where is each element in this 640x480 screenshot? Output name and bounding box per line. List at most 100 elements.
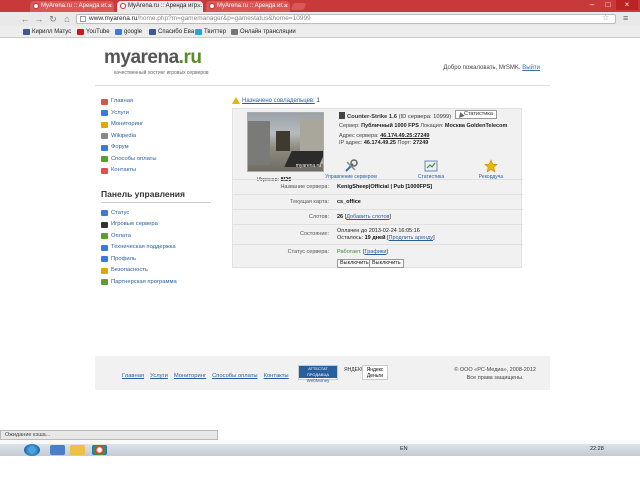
tools-icon xyxy=(345,159,358,172)
statistics-action[interactable]: Статистика xyxy=(401,159,461,180)
tab-3[interactable]: MyArena.ru :: Аренда иг... × xyxy=(206,1,290,12)
server-status-panel: Назначено совладельцев: 1 myarena.ru Игр… xyxy=(232,96,523,268)
sidebar-item-contacts[interactable]: Контакты xyxy=(100,165,215,177)
footer-link-monitoring[interactable]: Мониторинг xyxy=(174,373,206,379)
panel-item-billing[interactable]: Оплата xyxy=(100,231,215,243)
minimize-button[interactable]: – xyxy=(584,0,600,10)
tab-label: MyArena.ru :: Аренда игр... xyxy=(128,3,203,9)
info-icon xyxy=(101,210,108,216)
bookmark-item[interactable]: google xyxy=(114,26,142,38)
panel-item-profile[interactable]: Профиль xyxy=(100,254,215,266)
tab-2[interactable]: MyArena.ru :: Аренда игр... × xyxy=(117,1,203,12)
yandex-money-badge[interactable]: Яндекс Деньги xyxy=(362,365,388,380)
star-icon xyxy=(101,121,108,128)
back-button[interactable]: ← xyxy=(20,14,30,24)
forum-icon xyxy=(101,144,108,151)
slots-row: Слотов: 26 [Добавить слотов] xyxy=(233,209,523,224)
reload-button[interactable]: ↻ xyxy=(48,14,58,24)
twitter-icon xyxy=(195,29,202,35)
bookmark-item[interactable]: Онлайн трансляции xyxy=(230,26,296,38)
user-icon xyxy=(101,256,108,262)
watermark: myarena.ru xyxy=(295,163,321,169)
restart-button[interactable]: Выключить xyxy=(369,259,404,268)
site-footer: Главная Услуги Мониторинг Способы оплаты Кон… xyxy=(95,356,550,390)
footer-link-services[interactable]: Услуги xyxy=(150,373,168,379)
payment-icon xyxy=(101,156,108,162)
graphs-link[interactable]: Графики xyxy=(365,249,387,255)
site-logo[interactable]: myarena.ru xyxy=(104,47,202,69)
panel-item-support[interactable]: Техническая поддержка xyxy=(100,242,215,254)
chrome-icon[interactable] xyxy=(92,445,107,455)
site-header: myarena.ru качественный хостинг игровых … xyxy=(95,46,550,86)
maximize-button[interactable]: □ xyxy=(600,0,616,10)
url-path: /home.php?m=gamemanager&p=gamestatus&hom… xyxy=(137,15,311,22)
sidebar-item-services[interactable]: Услуги xyxy=(100,108,215,120)
tab-1[interactable]: MyArena.ru :: Аренда иг... × xyxy=(30,1,114,12)
bookmark-item[interactable]: Твиттер xyxy=(194,26,226,38)
panel-item-game-servers[interactable]: Игровые сервера xyxy=(100,219,215,231)
server-name-row: Название сервера: KenigSheep|Official | P… xyxy=(233,179,523,194)
welcome-text: Добро пожаловать, MrSMK. Выйти xyxy=(443,65,540,71)
facebook-icon xyxy=(23,29,30,35)
close-tab-icon[interactable]: × xyxy=(108,1,112,12)
clock[interactable]: 22:28 xyxy=(590,446,604,452)
folder-icon[interactable] xyxy=(70,445,85,455)
footer-link-contacts[interactable]: Контакты xyxy=(264,373,289,379)
stats-icon xyxy=(424,160,438,172)
facebook-icon xyxy=(149,29,156,35)
sidebar-item-home[interactable]: Главная xyxy=(100,96,215,108)
close-tab-icon[interactable]: × xyxy=(284,1,288,12)
start-button[interactable] xyxy=(24,444,40,456)
page-icon xyxy=(80,16,86,22)
favicon-icon xyxy=(209,3,215,9)
google-icon xyxy=(115,29,122,35)
panel-item-partner-program[interactable]: Партнерская программа xyxy=(100,277,215,289)
language-indicator[interactable]: EN xyxy=(400,446,408,452)
services-icon xyxy=(101,110,108,116)
sidebar: Главная Услуги Мониторинг Wikipedia Фору… xyxy=(100,96,215,288)
manage-server-action[interactable]: Управление сервером xyxy=(321,159,381,180)
game-icon xyxy=(339,112,345,119)
sidebar-item-monitoring[interactable]: Мониторинг xyxy=(100,119,215,131)
wiki-icon xyxy=(101,133,108,139)
rating-action[interactable]: Рекордуча xyxy=(461,159,521,180)
statistics-button[interactable]: Статистика xyxy=(455,110,497,119)
footer-link-home[interactable]: Главная xyxy=(122,373,144,379)
site-tagline: качественный хостинг игровых серверов xyxy=(114,70,209,76)
game-title-line: Counter-Strike 1.6 (ID сервера: 10999) xyxy=(339,112,451,120)
menu-icon[interactable]: ≡ xyxy=(623,13,628,23)
turn-off-button[interactable]: Выключить xyxy=(337,259,372,268)
browser-toolbar: ← → ↻ ⌂ www.myarena.ru/home.php?m=gamema… xyxy=(0,12,640,26)
panel-item-status[interactable]: Статус xyxy=(100,208,215,220)
explorer-icon[interactable] xyxy=(50,445,65,455)
webmoney-badge[interactable]: АТТЕСТАТ ПРОДАВЦА WebMoney xyxy=(298,365,338,383)
logout-link[interactable]: Выйти xyxy=(522,65,540,71)
warning-icon xyxy=(232,97,240,104)
add-slots-link[interactable]: Добавить слотов xyxy=(346,214,389,220)
home-button[interactable]: ⌂ xyxy=(62,14,72,24)
extend-rental-link[interactable]: Продлить аренду xyxy=(389,235,434,241)
new-tab-button[interactable] xyxy=(290,3,307,10)
server-ip-line: IP адрес: 46.174.49.25 Порт: 27249 xyxy=(339,140,429,146)
bookmark-item[interactable]: Кирилл Матус xyxy=(22,26,71,38)
server-type-line: Сервер: Публичный 1000 FPS Локация: Моск… xyxy=(339,123,508,129)
taskbar: EN 22:28 xyxy=(0,440,640,480)
bookmark-item[interactable]: YouTube xyxy=(76,26,110,38)
star-icon xyxy=(484,159,498,173)
forward-button[interactable]: → xyxy=(34,14,44,24)
close-tab-icon[interactable]: × xyxy=(197,1,201,12)
bookmark-item[interactable]: Спасибо Ева xyxy=(148,26,194,38)
coowners-link[interactable]: Назначено совладельцев: xyxy=(242,98,315,104)
address-bar[interactable]: www.myarena.ru/home.php?m=gamemanager&p=… xyxy=(76,14,616,24)
footer-link-payment[interactable]: Способы оплаты xyxy=(212,373,258,379)
sidebar-item-forum[interactable]: Форум xyxy=(100,142,215,154)
server-id: (ID сервера: 10999) xyxy=(398,114,452,120)
bookmark-star-icon[interactable]: ☆ xyxy=(602,13,609,22)
copyright: © ООО «РС-Медиа», 2008-2012 Все права защ… xyxy=(454,367,536,381)
panel-item-security[interactable]: Безопасность xyxy=(100,265,215,277)
sidebar-item-wikipedia[interactable]: Wikipedia xyxy=(100,131,215,143)
server-address-line: Адрес сервера: 46.174.49.25:27249 xyxy=(339,133,430,139)
sidebar-item-payment-methods[interactable]: Способы оплаты xyxy=(100,154,215,166)
close-window-button[interactable]: × xyxy=(616,0,638,10)
tab-label: MyArena.ru :: Аренда иг... xyxy=(41,3,111,9)
